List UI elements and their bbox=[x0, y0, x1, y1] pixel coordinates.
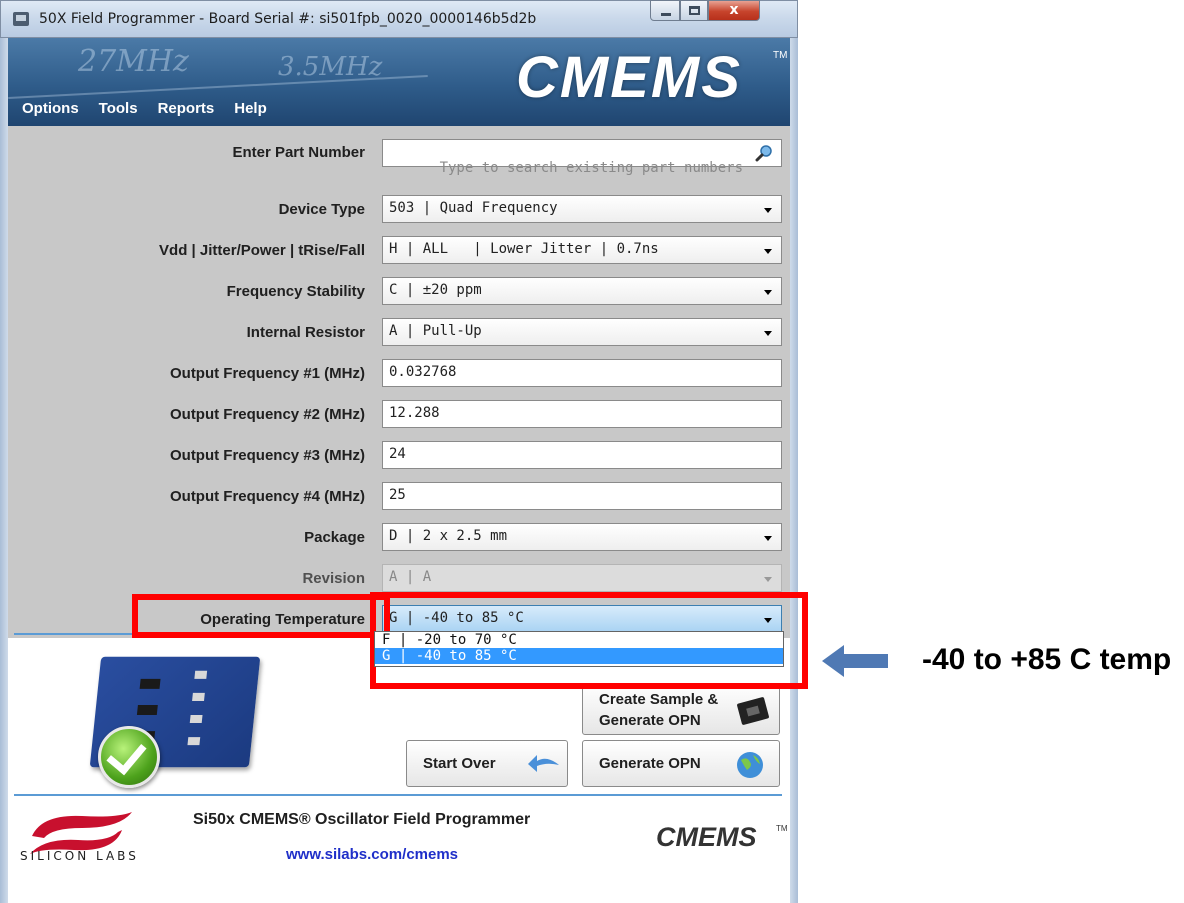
revision-label: Revision bbox=[302, 570, 365, 587]
close-button[interactable]: x bbox=[708, 0, 760, 21]
checkmark-icon bbox=[98, 726, 160, 788]
stability-label: Frequency Stability bbox=[226, 283, 365, 300]
header-sketch-text: 27MHz bbox=[78, 44, 189, 79]
menu-options[interactable]: Options bbox=[22, 100, 79, 117]
footer-title: Si50x CMEMS® Oscillator Field Programmer bbox=[193, 811, 531, 828]
maximize-button[interactable] bbox=[680, 0, 708, 21]
start-over-label: Start Over bbox=[423, 755, 496, 772]
board-chip bbox=[136, 704, 158, 716]
device-type-label: Device Type bbox=[278, 201, 365, 218]
generate-opn-button[interactable]: Generate OPN bbox=[582, 740, 780, 787]
maximize-icon bbox=[689, 6, 700, 15]
chip-icon bbox=[737, 697, 769, 725]
silicon-labs-wordmark: SILICON LABS bbox=[20, 849, 139, 863]
stability-select[interactable]: C | ±20 ppm bbox=[382, 277, 782, 305]
board-chip bbox=[139, 678, 161, 689]
cmems-logo: CMEMS bbox=[516, 45, 742, 110]
revision-select: A | A bbox=[382, 564, 782, 592]
freq1-label: Output Frequency #1 (MHz) bbox=[169, 365, 365, 382]
window-frame-right bbox=[790, 38, 798, 903]
app-icon bbox=[13, 12, 29, 26]
generate-opn-label: Generate OPN bbox=[599, 755, 701, 772]
freq1-input[interactable]: 0.032768 bbox=[382, 359, 782, 387]
freq2-label: Output Frequency #2 (MHz) bbox=[169, 406, 365, 423]
freq3-label: Output Frequency #3 (MHz) bbox=[169, 447, 365, 464]
vdd-label: Vdd | Jitter/Power | tRise/Fall bbox=[159, 242, 365, 259]
part-number-search-input[interactable]: Type to search existing part numbers bbox=[382, 139, 782, 176]
globe-icon bbox=[737, 752, 763, 778]
resistor-label: Internal Resistor bbox=[246, 324, 365, 341]
freq4-label: Output Frequency #4 (MHz) bbox=[169, 488, 365, 505]
temperature-dropdown-list: F | -20 to 70 °C G | -40 to 85 °C bbox=[374, 631, 784, 667]
app-window: 50X Field Programmer - Board Serial #: s… bbox=[0, 0, 798, 903]
board-header bbox=[189, 715, 203, 724]
configuration-form: Enter Part Number Type to search existin… bbox=[8, 126, 790, 638]
package-label: Package bbox=[304, 529, 365, 546]
footer-link[interactable]: www.silabs.com/cmems bbox=[286, 846, 458, 863]
cmems-footer-logo: CMEMS bbox=[656, 822, 757, 852]
annotation-text: -40 to +85 C temp bbox=[922, 643, 1172, 676]
menu-help[interactable]: Help bbox=[234, 100, 267, 117]
board-header bbox=[192, 692, 205, 701]
divider-bottom bbox=[14, 794, 782, 796]
create-sample-button[interactable]: Create Sample & Generate OPN bbox=[582, 683, 780, 735]
freq2-input[interactable]: 12.288 bbox=[382, 400, 782, 428]
annotation-arrow-icon bbox=[822, 645, 888, 677]
part-number-label: Enter Part Number bbox=[232, 144, 365, 161]
search-icon[interactable] bbox=[755, 144, 773, 162]
header-sketch-text-2: 3.5MHz bbox=[278, 52, 383, 82]
menu-tools[interactable]: Tools bbox=[99, 100, 138, 117]
window-controls: x bbox=[650, 0, 760, 22]
create-sample-label-1: Create Sample & bbox=[599, 691, 719, 708]
app-header: 27MHz 3.5MHz CMEMS TM Options Tools Repo… bbox=[8, 38, 790, 126]
start-over-button[interactable]: Start Over bbox=[406, 740, 568, 787]
window-frame-left bbox=[0, 38, 8, 903]
freq4-input[interactable]: 25 bbox=[382, 482, 782, 510]
close-icon: x bbox=[729, 2, 739, 18]
vdd-select[interactable]: H | ALL | Lower Jitter | 0.7ns bbox=[382, 236, 782, 264]
checkmark-glyph bbox=[106, 733, 147, 776]
menu-bar: Options Tools Reports Help bbox=[22, 100, 267, 117]
cmems-logo-tm: TM bbox=[773, 50, 788, 61]
window-title: 50X Field Programmer - Board Serial #: s… bbox=[39, 11, 537, 27]
highlight-box-label bbox=[132, 594, 390, 638]
cmems-footer-tm: TM bbox=[776, 824, 788, 833]
package-select[interactable]: D | 2 x 2.5 mm bbox=[382, 523, 782, 551]
board-header bbox=[187, 737, 201, 746]
temperature-option-g[interactable]: G | -40 to 85 °C bbox=[375, 648, 783, 664]
minimize-icon bbox=[661, 13, 671, 16]
resistor-select[interactable]: A | Pull-Up bbox=[382, 318, 782, 346]
create-sample-label-2: Generate OPN bbox=[599, 712, 701, 729]
minimize-button[interactable] bbox=[650, 0, 680, 21]
device-type-select[interactable]: 503 | Quad Frequency bbox=[382, 195, 782, 223]
back-arrow-icon bbox=[528, 755, 559, 772]
part-number-placeholder: Type to search existing part numbers bbox=[439, 160, 744, 176]
temperature-option-f[interactable]: F | -20 to 70 °C bbox=[375, 632, 783, 648]
menu-reports[interactable]: Reports bbox=[158, 100, 215, 117]
freq3-input[interactable]: 24 bbox=[382, 441, 782, 469]
board-header bbox=[194, 670, 208, 679]
